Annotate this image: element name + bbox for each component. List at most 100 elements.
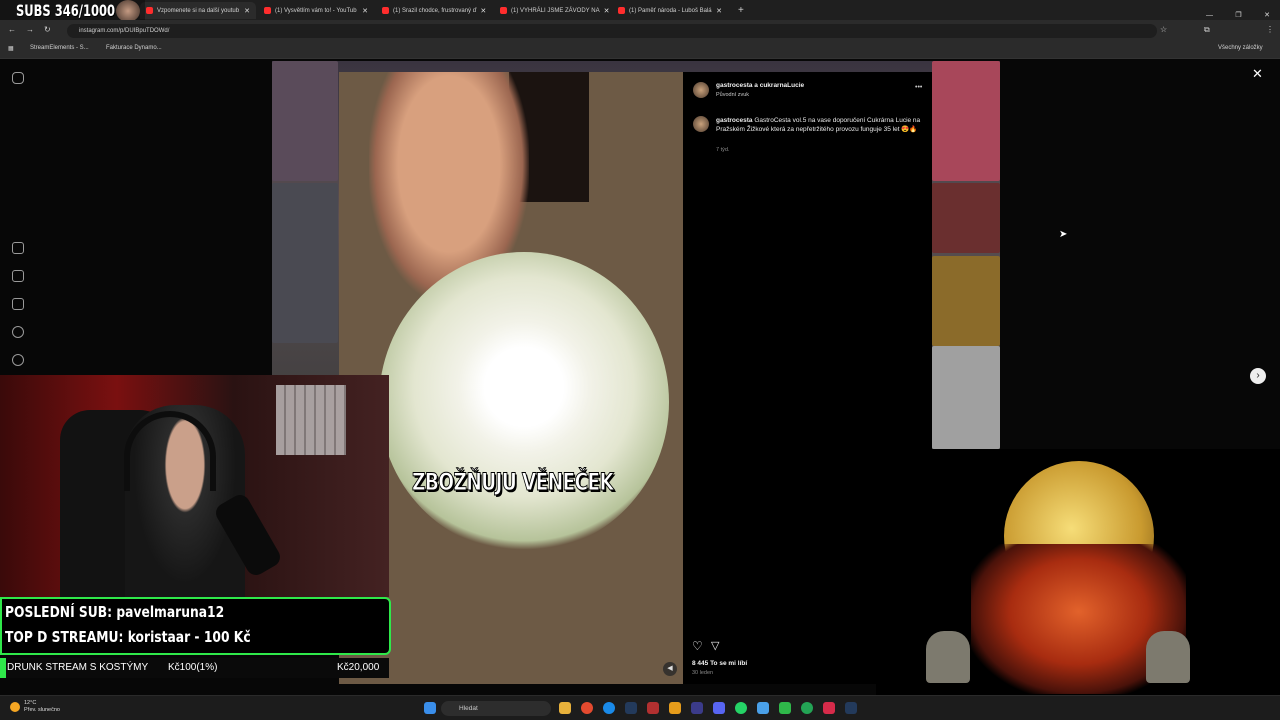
goal-progress: Kč100(1%)	[168, 662, 218, 673]
background-thumbnail	[932, 346, 1000, 449]
close-window-icon[interactable]: ✕	[1264, 12, 1270, 19]
gravestone	[926, 631, 970, 683]
reload-icon[interactable]: ↻	[44, 25, 51, 34]
app-icon[interactable]	[669, 702, 681, 714]
tab-label: (1) Srazil chodce, frustrovaný ď	[393, 7, 477, 14]
bookmark-star-icon[interactable]: ☆	[1160, 25, 1167, 34]
next-post-icon[interactable]: ›	[1250, 368, 1266, 384]
browser-tab-strip: Vzpomenete si na další youtub ✕ (1) Vysv…	[0, 0, 1280, 20]
gravestone	[1146, 631, 1190, 683]
caption-avatar[interactable]	[693, 116, 709, 132]
close-tab-icon[interactable]: ✕	[476, 7, 486, 15]
youtube-icon	[500, 7, 507, 14]
caption-username[interactable]: gastrocesta	[716, 117, 753, 124]
menu-icon[interactable]: ⋮	[1266, 25, 1274, 34]
forward-icon[interactable]: →	[26, 25, 34, 34]
donation-goal-fill	[0, 658, 6, 678]
messages-icon[interactable]	[12, 298, 24, 310]
webcam-feed	[0, 375, 389, 597]
new-tab-button[interactable]: +	[732, 2, 748, 19]
all-bookmarks[interactable]: Všechny záložky	[1218, 45, 1263, 51]
tab-1[interactable]: Vzpomenete si na další youtub ✕	[140, 2, 256, 19]
sun-icon	[10, 702, 20, 712]
steam-icon[interactable]	[625, 702, 637, 714]
extensions-icon[interactable]: ⧉	[1204, 25, 1210, 35]
tab-5[interactable]: (1) Paměť národa - Luboš Balá ✕	[612, 2, 728, 19]
weather-widget[interactable]: 12°C Přev. slunečno	[10, 700, 60, 714]
minimize-icon[interactable]: —	[1206, 12, 1213, 19]
mute-icon[interactable]: ◀	[663, 662, 677, 676]
sub-info-box: POSLEDNÍ SUB: pavelmaruna12 TOP D STREAM…	[0, 597, 391, 655]
share-icon[interactable]: ▽	[711, 639, 719, 652]
bookmark-fakturace[interactable]: Fakturace Dynamo...	[106, 45, 162, 51]
post-audio[interactable]: Původní zvuk	[716, 92, 749, 98]
bookmark-streamelements[interactable]: StreamElements - S...	[30, 45, 89, 51]
bottle-shelf	[276, 385, 346, 455]
streamer-avatar	[116, 0, 140, 22]
likes-count[interactable]: 8 445 To se mi líbí	[692, 660, 747, 667]
windows-start-icon[interactable]	[424, 702, 436, 714]
windows-taskbar: 12°C Přev. slunečno Hledat	[0, 695, 1280, 720]
restore-icon[interactable]: ❐	[1235, 12, 1241, 19]
edge-icon[interactable]	[603, 702, 615, 714]
back-icon[interactable]: ←	[8, 25, 16, 34]
tab-label: Vzpomenete si na další youtub	[157, 7, 240, 14]
tab-4[interactable]: (1) VYHRÁLI JSME ZÁVODY NA ✕	[494, 2, 610, 19]
app-icon[interactable]	[801, 702, 813, 714]
last-sub: POSLEDNÍ SUB: pavelmaruna12	[5, 603, 225, 621]
explore-icon[interactable]	[12, 354, 24, 366]
taskbar-search[interactable]: Hledat	[441, 701, 551, 716]
post-caption: gastrocesta GastroCesta vol.5 na vase do…	[716, 116, 921, 134]
instagram-logo-icon[interactable]	[12, 72, 24, 84]
tab-3[interactable]: (1) Srazil chodce, frustrovaný ď ✕	[376, 2, 492, 19]
post-date: 30 leden	[692, 670, 714, 676]
top-donor: TOP D STREAMU: koristaar - 100 Kč	[5, 628, 251, 646]
halloween-artwork	[876, 449, 1280, 695]
app-icon[interactable]	[779, 702, 791, 714]
home-icon[interactable]	[12, 242, 24, 254]
app-icon[interactable]	[647, 702, 659, 714]
caption-age: 7 týd.	[716, 147, 730, 153]
post-author[interactable]: gastrocesta a cukrarnaLucie	[716, 82, 804, 89]
youtube-icon	[146, 7, 153, 14]
close-tab-icon[interactable]: ✕	[240, 7, 250, 15]
app-icon[interactable]	[691, 702, 703, 714]
goal-name: DRUNK STREAM S KOSTÝMY	[7, 662, 149, 673]
chrome-icon[interactable]	[581, 702, 593, 714]
apps-icon[interactable]: ▦	[8, 45, 14, 52]
tab-2[interactable]: (1) Vysvětlím vám to! - YouTub ✕	[258, 2, 374, 19]
mouse-cursor-icon: ➤	[1059, 229, 1068, 240]
whatsapp-icon[interactable]	[735, 702, 747, 714]
more-options-icon[interactable]: •••	[915, 84, 922, 91]
youtube-icon	[382, 7, 389, 14]
background-thumbnail	[272, 183, 338, 343]
reels-icon[interactable]	[12, 270, 24, 282]
background-thumbnail	[932, 61, 1000, 181]
close-tab-icon[interactable]: ✕	[358, 7, 368, 15]
video-caption: ZBOŽŇUJU VĚNEČEK	[412, 468, 615, 497]
subs-counter: SUBS 346/1000	[16, 1, 116, 20]
background-thumbnail	[932, 256, 1000, 346]
bookmarks-bar: ▦ StreamElements - S... Fakturace Dynamo…	[0, 41, 1280, 59]
search-icon[interactable]	[12, 326, 24, 338]
flower-wreath	[379, 252, 669, 552]
close-tab-icon[interactable]: ✕	[712, 7, 722, 15]
discord-icon[interactable]	[713, 702, 725, 714]
author-avatar[interactable]	[693, 82, 709, 98]
app-icon[interactable]	[823, 702, 835, 714]
post-video[interactable]: ZBOŽŇUJU VĚNEČEK ◀	[339, 72, 683, 684]
file-explorer-icon[interactable]	[559, 702, 571, 714]
like-icon[interactable]: ♡	[692, 639, 703, 653]
tab-label: (1) Vysvětlím vám to! - YouTub	[275, 7, 357, 14]
url-input[interactable]: instagram.com/p/DUIBpuTDOWd/	[67, 24, 1157, 38]
youtube-icon	[618, 7, 625, 14]
youtube-icon	[264, 7, 271, 14]
close-tab-icon[interactable]: ✕	[600, 7, 610, 15]
app-icon[interactable]	[757, 702, 769, 714]
tab-label: (1) VYHRÁLI JSME ZÁVODY NA	[511, 7, 600, 14]
tab-label: (1) Paměť národa - Luboš Balá	[629, 7, 712, 14]
background-thumbnail	[272, 61, 338, 181]
close-icon[interactable]: ✕	[1252, 66, 1263, 82]
steam-icon[interactable]	[845, 702, 857, 714]
goal-target: Kč20,000	[337, 662, 380, 673]
